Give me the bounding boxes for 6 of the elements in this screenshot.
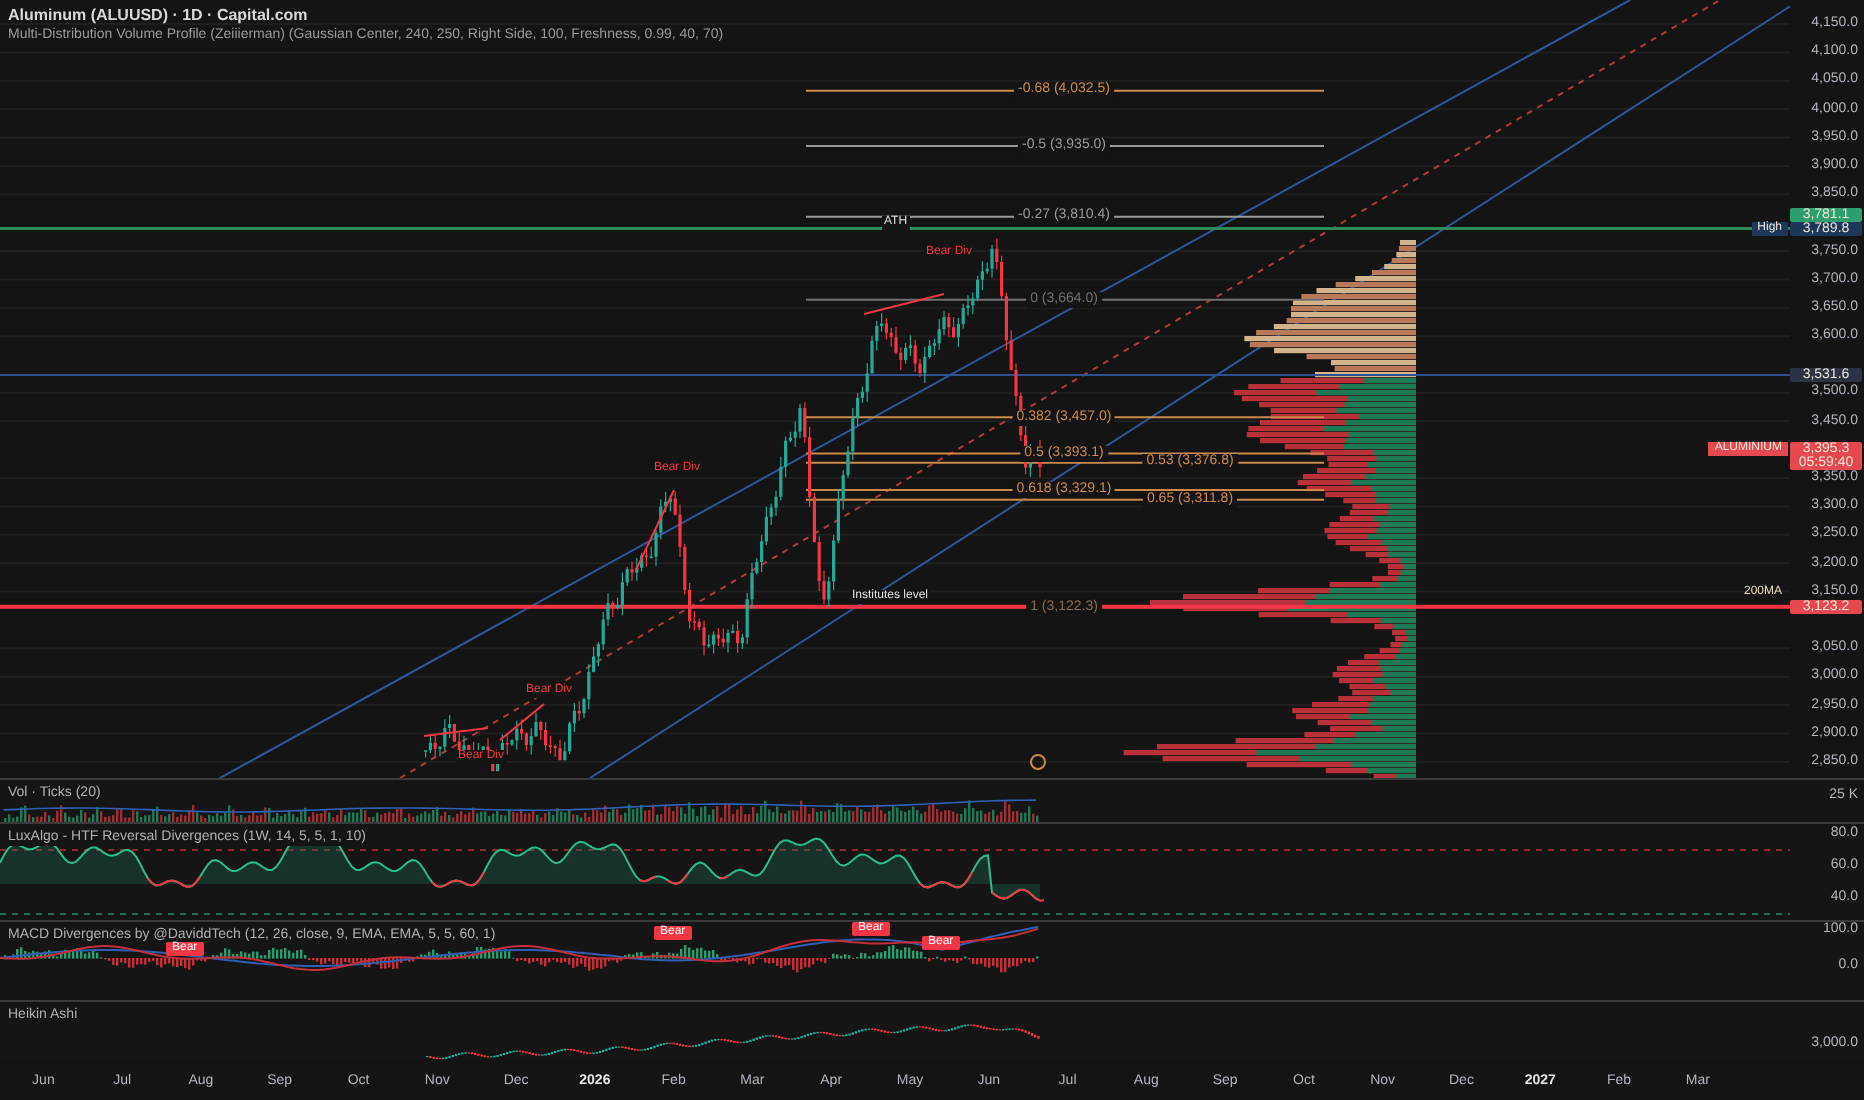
- divergence-line: [499, 703, 545, 741]
- divergence-line: [863, 293, 945, 315]
- divergence-line: [635, 489, 675, 571]
- divergence-line: [423, 727, 489, 737]
- circle-icon: [1030, 754, 1046, 770]
- chart-title: Aluminum (ALUUSD) · 1D · Capital.com: [8, 6, 310, 26]
